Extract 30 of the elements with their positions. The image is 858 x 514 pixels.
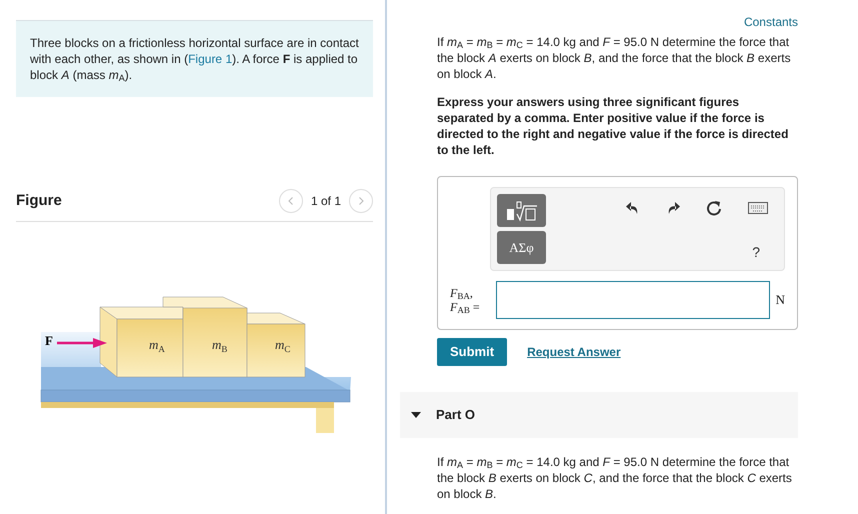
answer-label: F$_{BA}$, F$_{AB}$ = bbox=[450, 286, 481, 314]
mass-label: m$_{A}$ bbox=[149, 337, 165, 354]
part-header[interactable]: Part O bbox=[400, 392, 798, 438]
force-label: F bbox=[45, 333, 53, 348]
part-title: Part O bbox=[436, 407, 476, 423]
figure-pager: 1 of 1 bbox=[310, 193, 341, 209]
reset-icon[interactable] bbox=[706, 200, 722, 216]
chevron-left-icon bbox=[288, 197, 294, 205]
question-text: If m$_{A}$ = m$_{B}$ = m$_{C}$ = 14.0 kg and F = 95.0 N determine the force that the block A exerts on block B, and the force that the block B exerts on block A. bbox=[437, 34, 792, 82]
question-text: If m$_{A}$ = m$_{B}$ = m$_{C}$ = 14.0 kg and F = 95.0 N determine the force that the block B exerts on block C, and the force that the block C exerts on block B. bbox=[437, 454, 793, 502]
constants-link[interactable]: Constants bbox=[744, 14, 798, 30]
answer-field[interactable] bbox=[496, 281, 770, 319]
redo-icon[interactable] bbox=[666, 201, 680, 215]
problem-text: Three blocks on a frictionless horizontal surface are in contact with each other, as shown in (Figure 1). A force F is applied to block A (mass m$_{A}$). bbox=[30, 35, 359, 83]
figure-link[interactable]: Figure 1 bbox=[188, 52, 232, 66]
fraction-root-icon bbox=[504, 200, 538, 222]
submit-button[interactable]: Submit bbox=[437, 338, 508, 366]
force-arrow bbox=[57, 338, 107, 348]
help-button[interactable]: ? bbox=[752, 244, 768, 260]
mass-label: m$_{C}$ bbox=[275, 337, 290, 354]
figure-heading: Figure bbox=[16, 193, 62, 209]
unit-label: N bbox=[776, 292, 785, 308]
keyboard-icon[interactable] bbox=[748, 202, 768, 214]
templates-button[interactable] bbox=[497, 194, 546, 227]
undo-icon[interactable] bbox=[626, 201, 640, 215]
greek-letters-button[interactable]: ΑΣφ bbox=[497, 231, 546, 264]
mass-label: m$_{B}$ bbox=[212, 337, 228, 354]
instructions-text: Express your answers using three significant figures separated by a comma. Enter positive value if the force is directed to the right and negative value if the force is directed to the left. bbox=[437, 94, 790, 158]
chevron-right-icon bbox=[358, 197, 364, 205]
request-answer-link[interactable]: Request Answer bbox=[527, 344, 621, 360]
